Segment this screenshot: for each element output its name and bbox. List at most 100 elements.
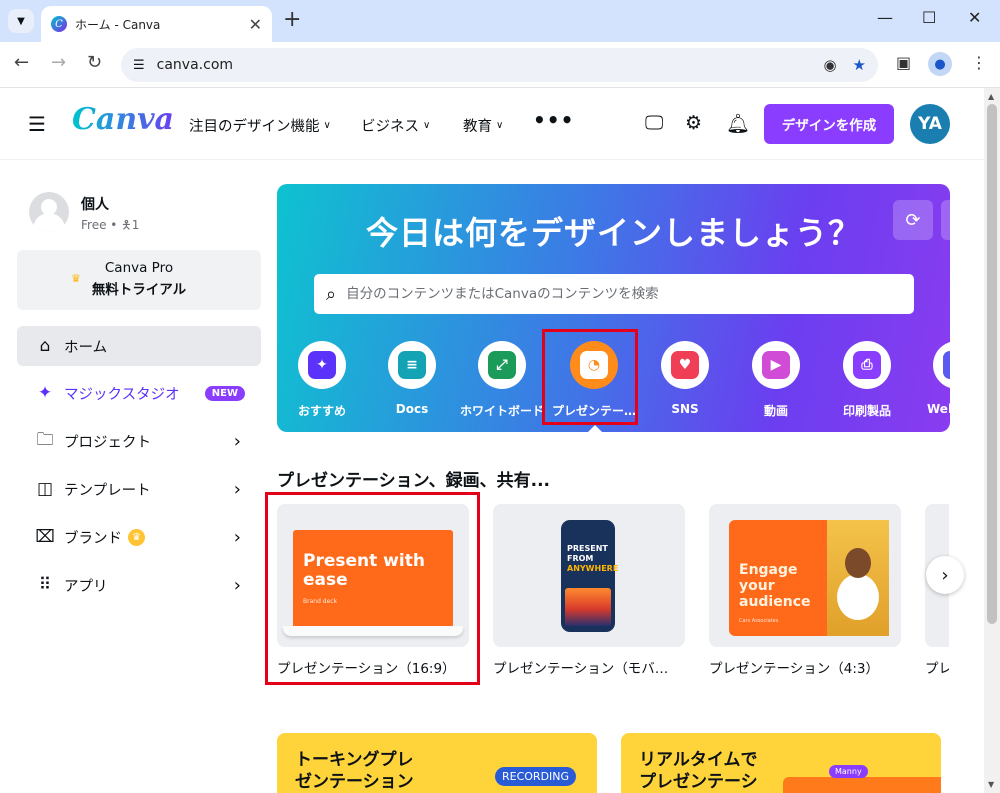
close-icon[interactable]: ✕ — [249, 15, 262, 34]
account-avatar[interactable]: YA — [910, 104, 950, 144]
selection-pointer — [587, 425, 603, 433]
scroll-thumb[interactable] — [987, 104, 997, 624]
carousel-next-button[interactable]: › — [926, 556, 964, 594]
thumb-text-2: ANYWHERE — [567, 564, 619, 573]
category-recommended[interactable]: ✦ おすすめ — [277, 341, 367, 419]
upload-icon[interactable] — [941, 200, 950, 240]
create-design-button[interactable]: デザインを作成 — [764, 104, 894, 144]
canva-logo[interactable]: Canva — [72, 102, 174, 137]
category-label: Docs — [395, 402, 429, 416]
minimize-button[interactable]: — — [877, 8, 893, 27]
home-icon: ⌂ — [39, 336, 51, 356]
desktop-app-icon[interactable]: 🖵 — [645, 112, 663, 134]
user-plan: Free • 🯅1 — [81, 218, 140, 232]
feature-card-live-presentation[interactable]: リアルタイムで プレゼンテーシ Manny — [621, 733, 941, 793]
browser-tab[interactable]: C ホーム - Canva ✕ — [41, 6, 272, 42]
search-input[interactable] — [346, 286, 914, 302]
category-whiteboard[interactable]: ⤢ ホワイトボード — [457, 341, 547, 419]
category-circle: ⎙ — [843, 341, 891, 389]
maximize-button[interactable]: ☐ — [922, 8, 936, 27]
category-label: ホワイトボード — [459, 404, 544, 418]
tab-search-button[interactable]: ▼ — [8, 9, 34, 33]
back-button[interactable]: ← — [14, 52, 29, 73]
sidebar-item-apps[interactable]: ⠿ アプリ › — [17, 565, 261, 605]
nav-education[interactable]: 教育 ∨ — [463, 115, 503, 136]
category-sns[interactable]: ♥ SNS — [640, 341, 730, 416]
browser-menu-icon[interactable]: ⋮ — [971, 53, 987, 72]
settings-gear-icon[interactable]: ⚙ — [685, 112, 702, 134]
sidebar-item-templates[interactable]: ◫ テンプレート › — [17, 469, 261, 509]
thumb-text-1: PRESENT FROM — [567, 544, 608, 563]
sidebar-item-label: アプリ — [64, 578, 108, 595]
scroll-up-icon[interactable]: ▲ — [988, 92, 994, 101]
printer-icon: ⎙ — [853, 351, 881, 379]
side-panel-icon[interactable]: ▣ — [896, 53, 911, 72]
feature-card-talking-presentation[interactable]: トーキングプレ ゼンテーション RECORDING — [277, 733, 597, 793]
sparkle-icon: ✦ — [37, 383, 53, 403]
template-card-4-3[interactable]: Engage your audience Cars Associates プレゼ… — [709, 504, 901, 677]
hero-title: 今日は何をデザインしましょう？ — [365, 214, 861, 252]
reload-button[interactable]: ↻ — [87, 52, 102, 73]
tab-title: ホーム - Canva — [75, 17, 161, 32]
chevron-right-icon: › — [233, 478, 241, 500]
recording-badge: RECORDING — [495, 767, 577, 786]
sparkles-icon: ✦ — [308, 351, 336, 379]
nav-education-label: 教育 — [463, 119, 492, 135]
chevron-down-icon: ∨ — [423, 120, 431, 131]
thumb-subtext: Cars Associates — [739, 618, 779, 624]
eye-off-icon[interactable]: ◉ — [823, 56, 836, 74]
template-caption: プレゼンテーション（モバ… — [493, 661, 669, 677]
page-scrollbar[interactable]: ▲ ▼ — [984, 88, 1000, 793]
window-close-button[interactable]: ✕ — [968, 8, 981, 27]
site-info-icon[interactable]: ☰ — [133, 58, 145, 73]
user-avatar[interactable] — [29, 192, 69, 232]
chevron-down-icon: ∨ — [323, 120, 331, 131]
template-card-mobile[interactable]: PRESENT FROM ANYWHERE プレゼンテーション（モバ… — [493, 504, 685, 677]
profile-icon: ● — [928, 52, 952, 76]
bookmark-star-icon[interactable]: ★ — [853, 56, 866, 74]
pro-title: Canva Pro — [104, 260, 174, 276]
new-badge: NEW — [204, 385, 245, 401]
more-icon[interactable]: ••• — [533, 108, 574, 132]
category-print[interactable]: ⎙ 印刷製品 — [822, 341, 912, 419]
sidebar-item-label: プロジェクト — [64, 434, 151, 451]
annotation-highlight-category — [542, 329, 638, 425]
tablet-preview: Engage your audience Cars Associates — [729, 520, 889, 636]
category-docs[interactable]: ≡ Docs — [367, 341, 457, 416]
forward-button[interactable]: → — [51, 52, 66, 73]
notification-bell-icon[interactable]: 🔔︎ — [726, 112, 750, 135]
category-circle: ✦ — [298, 341, 346, 389]
sidebar-item-label: ホーム — [64, 339, 108, 356]
category-web[interactable]: ◧ Web — [913, 341, 950, 416]
feature-card-title-1: リアルタイムで — [639, 750, 758, 770]
profile-button[interactable]: ● — [928, 52, 952, 76]
sidebar-item-projects[interactable]: 🗀 プロジェクト › — [17, 421, 261, 461]
search-bar[interactable]: ⌕ — [314, 274, 914, 314]
nav-featured[interactable]: 注目のデザイン機能 ∨ — [189, 115, 331, 136]
custom-size-icon[interactable]: ⟳ — [893, 200, 933, 240]
sunset-image — [565, 588, 611, 626]
chevron-right-icon: › — [941, 564, 949, 586]
feature-card-image — [783, 777, 941, 793]
scroll-down-icon[interactable]: ▼ — [988, 780, 994, 789]
canva-header: ☰ Canva 注目のデザイン機能 ∨ ビジネス ∨ 教育 ∨ ••• 🖵 ⚙ 🔔︎ … — [0, 88, 984, 160]
chevron-down-icon: ▼ — [17, 15, 25, 27]
sidebar-item-home[interactable]: ⌂ ホーム — [17, 326, 261, 366]
category-circle: ≡ — [388, 341, 436, 389]
new-tab-button[interactable]: + — [283, 9, 301, 31]
nav-business[interactable]: ビジネス ∨ — [361, 115, 430, 136]
category-label: SNS — [671, 402, 699, 416]
address-bar[interactable]: ☰ canva.com ◉ ★ — [121, 48, 878, 82]
sidebar-item-magic-studio[interactable]: ✦ マジックスタジオ NEW — [17, 373, 261, 413]
canva-favicon-icon: C — [51, 16, 67, 32]
sidebar-item-brand[interactable]: ⌧ ブランド ♛ › — [17, 517, 261, 557]
folder-icon: 🗀 — [36, 429, 54, 450]
web-icon: ◧ — [943, 351, 950, 379]
category-label: おすすめ — [297, 404, 346, 418]
user-name[interactable]: 個人 — [81, 194, 109, 214]
canva-pro-trial-button[interactable]: ♛ Canva Pro 無料トライアル — [17, 250, 261, 310]
category-video[interactable]: ▶ 動画 — [731, 341, 821, 419]
hamburger-menu-icon[interactable]: ☰ — [28, 112, 46, 136]
template-icon: ◫ — [36, 479, 54, 499]
category-circle: ▶ — [752, 341, 800, 389]
